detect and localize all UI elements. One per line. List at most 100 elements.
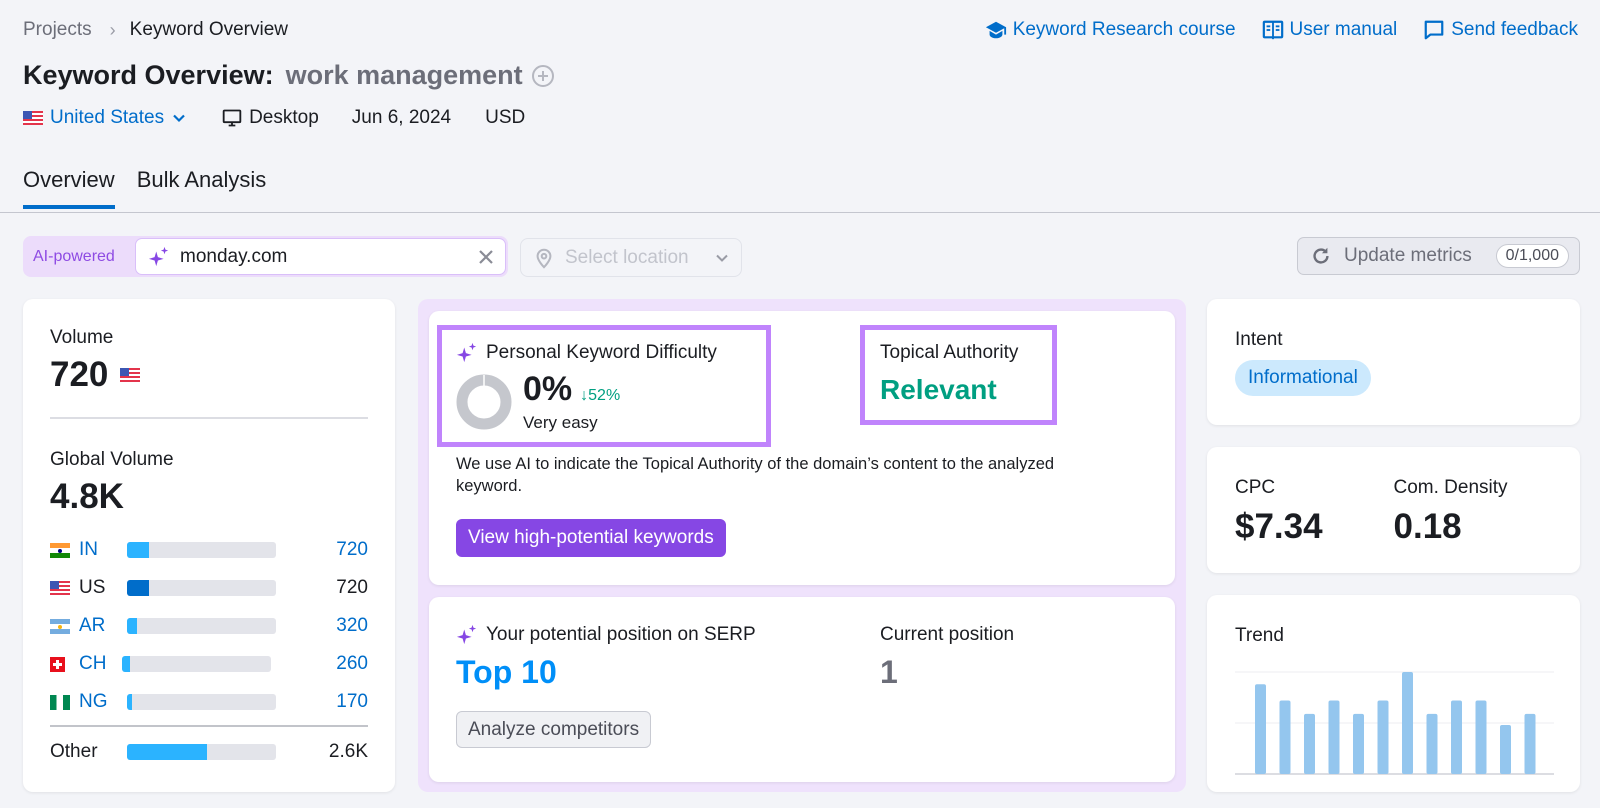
global-volume-label: Global Volume [50, 449, 174, 470]
breadcrumb-projects[interactable]: Projects [23, 19, 92, 41]
density-metric: Com. Density 0.18 [1394, 477, 1553, 546]
pkd-delta: ↓52% [580, 387, 621, 404]
volume-share-bar [127, 580, 276, 596]
country-volume[interactable]: 720 [336, 539, 368, 561]
country-volume: 720 [336, 577, 368, 598]
sparkle-icon [456, 624, 477, 645]
volume-share-fill [127, 580, 150, 596]
trend-bar[interactable] [1304, 713, 1315, 774]
volume-share-bar [122, 656, 271, 672]
volume-card: Volume 720 Global Volume 4.8K IN 720 US … [23, 299, 395, 792]
country-volume[interactable]: 320 [336, 615, 368, 637]
chevron-down-icon [173, 114, 185, 123]
ai-explanation: We use AI to indicate the Topical Author… [456, 455, 1055, 495]
pkd-value-row: 0% ↓52% [523, 370, 620, 409]
country-code[interactable]: NG [79, 691, 127, 713]
device-label: Desktop [249, 107, 319, 128]
close-icon[interactable] [477, 248, 495, 266]
country-row: CH 260 [50, 645, 368, 683]
trend-bar[interactable] [1500, 725, 1511, 774]
trend-bar[interactable] [1328, 700, 1340, 774]
intent-label: Intent [1235, 329, 1283, 350]
device-indicator: Desktop [222, 107, 319, 129]
tabs: Overview Bulk Analysis [23, 167, 266, 209]
global-volume-value: 4.8K [50, 477, 124, 516]
tab-overview[interactable]: Overview [23, 167, 115, 209]
country-row: AR 320 [50, 607, 368, 645]
title-keyword: work management [285, 60, 523, 90]
volume-share-bar [127, 542, 276, 558]
trend-bar[interactable] [1279, 700, 1291, 774]
update-metrics-button[interactable]: Update metrics 0/1,000 [1297, 237, 1580, 275]
volume-share-fill [127, 542, 150, 558]
pkd-body: 0% ↓52% Very easy [456, 370, 752, 433]
serp-title-row: Your potential position on SERP [456, 624, 756, 646]
trend-bar[interactable] [1426, 713, 1438, 774]
graduation-cap-icon [985, 21, 1006, 39]
divider [50, 725, 368, 727]
volume-share-fill [122, 656, 131, 672]
country-row: US 720 [50, 569, 368, 607]
country-row: NG 170 [50, 683, 368, 721]
trend-chart [1235, 671, 1554, 775]
title-prefix: Keyword Overview: [23, 60, 274, 90]
keyword-meta: United States Desktop Jun 6, 2024 USD [23, 107, 525, 129]
location-pin-icon [536, 248, 552, 269]
trend-bar[interactable] [1451, 700, 1462, 774]
topical-authority-value: Relevant [880, 374, 997, 405]
breadcrumb-current: Keyword Overview [129, 19, 289, 40]
cpc-value: $7.34 [1235, 507, 1323, 546]
update-metrics-label: Update metrics [1344, 245, 1472, 266]
trend-card: Trend [1207, 595, 1580, 792]
database-select[interactable]: United States [23, 107, 186, 129]
send-feedback-link[interactable]: Send feedback [1423, 19, 1578, 41]
tabs-divider [0, 212, 1600, 213]
pkd-title-row: Personal Keyword Difficulty [456, 342, 752, 364]
density-value: 0.18 [1393, 507, 1462, 546]
link-label: Send feedback [1451, 19, 1578, 40]
us-flag-icon [23, 111, 43, 125]
sparkle-icon [148, 246, 169, 266]
country-volume[interactable]: 260 [336, 653, 368, 675]
pkd-description: Very easy [523, 413, 598, 432]
keyword-research-course-link[interactable]: Keyword Research course [985, 19, 1236, 41]
trend-bar[interactable] [1255, 684, 1266, 774]
switzerland-flag-icon [50, 656, 65, 672]
ai-powered-label: AI-powered [33, 247, 115, 265]
trend-bar[interactable] [1524, 713, 1536, 774]
analyze-competitors-button[interactable]: Analyze competitors [456, 711, 652, 748]
country-code: US [79, 577, 106, 598]
trend-bar[interactable] [1475, 700, 1487, 774]
trend-bar[interactable] [1402, 672, 1413, 774]
divider [50, 417, 368, 419]
current-position: Current position 1 [880, 624, 1014, 691]
country-row: IN 720 [50, 531, 368, 569]
us-flag-icon [120, 368, 141, 382]
volume-share-bar [127, 694, 276, 710]
potential-position: Your potential position on SERP Top 10 [456, 624, 756, 691]
trend-bar[interactable] [1377, 700, 1389, 774]
domain-input[interactable] [180, 245, 477, 268]
volume-share-fill [127, 744, 208, 760]
country-code[interactable]: AR [79, 615, 127, 637]
cpc-metric: CPC $7.34 [1235, 477, 1394, 546]
update-count-badge: 0/1,000 [1495, 244, 1569, 268]
add-circle-icon[interactable] [531, 64, 555, 88]
volume-value-row: 720 [50, 355, 368, 395]
tab-bulk-analysis[interactable]: Bulk Analysis [137, 167, 267, 209]
help-links: Keyword Research course User manual Send… [985, 19, 1578, 41]
us-flag-icon [50, 580, 70, 596]
country-volume[interactable]: 170 [336, 691, 368, 713]
trend-bar[interactable] [1353, 713, 1364, 774]
current-position-value: 1 [880, 654, 898, 690]
cpc-density-card: CPC $7.34 Com. Density 0.18 [1207, 447, 1580, 573]
view-high-potential-keywords-button[interactable]: View high-potential keywords [456, 519, 726, 557]
country-code[interactable]: IN [79, 539, 127, 561]
pkd-value: 0% [523, 370, 573, 408]
country-code[interactable]: CH [79, 653, 122, 675]
location-select[interactable]: Select location [520, 238, 742, 277]
user-manual-link[interactable]: User manual [1262, 19, 1397, 41]
ai-domain-search: AI-powered [23, 236, 508, 277]
volume-share-bar [127, 618, 276, 634]
volume-share-fill [127, 694, 133, 710]
